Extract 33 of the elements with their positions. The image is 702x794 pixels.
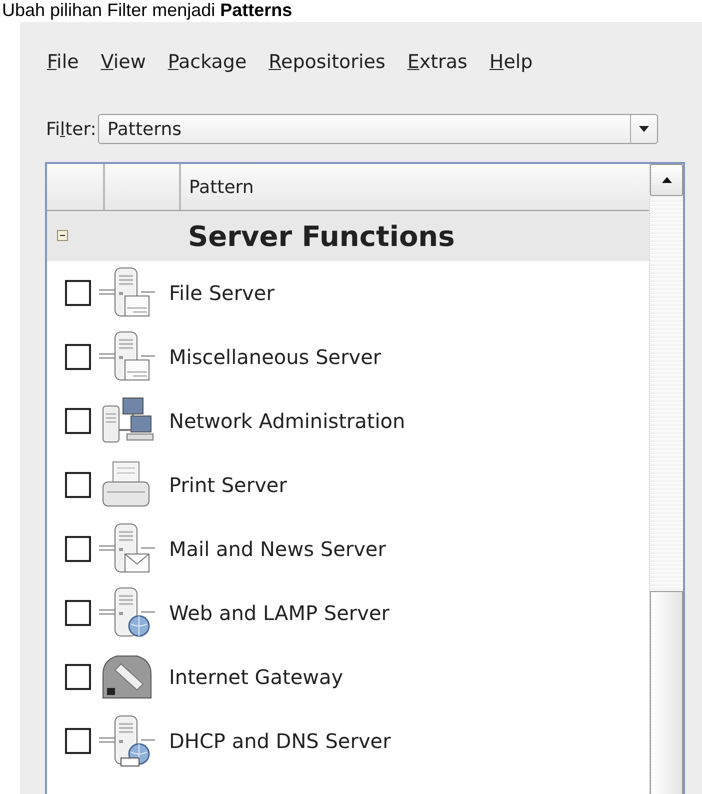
checkbox[interactable]	[65, 728, 91, 754]
menu-item[interactable]: Extras	[407, 51, 468, 73]
checkbox[interactable]	[65, 344, 91, 370]
pattern-name[interactable]: File Server	[169, 281, 274, 305]
filter-dropdown[interactable]: Patterns	[98, 114, 658, 144]
up-arrow-icon	[662, 177, 672, 183]
pattern-name[interactable]: Web and LAMP Server	[169, 601, 390, 625]
pattern-name[interactable]: Network Administration	[169, 409, 406, 433]
scrollbar[interactable]	[649, 164, 683, 794]
checkbox[interactable]	[65, 280, 91, 306]
menu-item[interactable]: Help	[489, 51, 533, 73]
pattern-name[interactable]: Internet Gateway	[169, 665, 344, 689]
scroll-thumb[interactable]	[650, 591, 683, 794]
scroll-up-button[interactable]	[650, 164, 683, 196]
pattern-name[interactable]: DHCP and DNS Server	[169, 729, 391, 753]
dns-server-icon	[97, 714, 157, 768]
caption-text: Ubah pilihan Filter menjadi Patterns	[1, 0, 294, 22]
menu-item[interactable]: View	[100, 51, 146, 73]
filter-label: Filter:	[46, 118, 96, 140]
pattern-name[interactable]: Mail and News Server	[169, 537, 386, 561]
menu-item[interactable]: File	[47, 51, 79, 73]
group-title: Server Functions	[188, 220, 455, 252]
checkbox[interactable]	[65, 600, 91, 626]
menu-item[interactable]: Package	[168, 51, 247, 73]
menu-item[interactable]: Repositories	[268, 51, 386, 73]
checkbox[interactable]	[65, 408, 91, 434]
dropdown-arrow-icon	[639, 126, 650, 132]
checkbox[interactable]	[65, 536, 91, 562]
collapse-toggle[interactable]	[57, 230, 70, 242]
pattern-name[interactable]: Miscellaneous Server	[169, 345, 382, 369]
checkbox[interactable]	[65, 472, 91, 498]
pattern-name[interactable]: Print Server	[169, 473, 287, 497]
checkbox[interactable]	[65, 664, 91, 690]
